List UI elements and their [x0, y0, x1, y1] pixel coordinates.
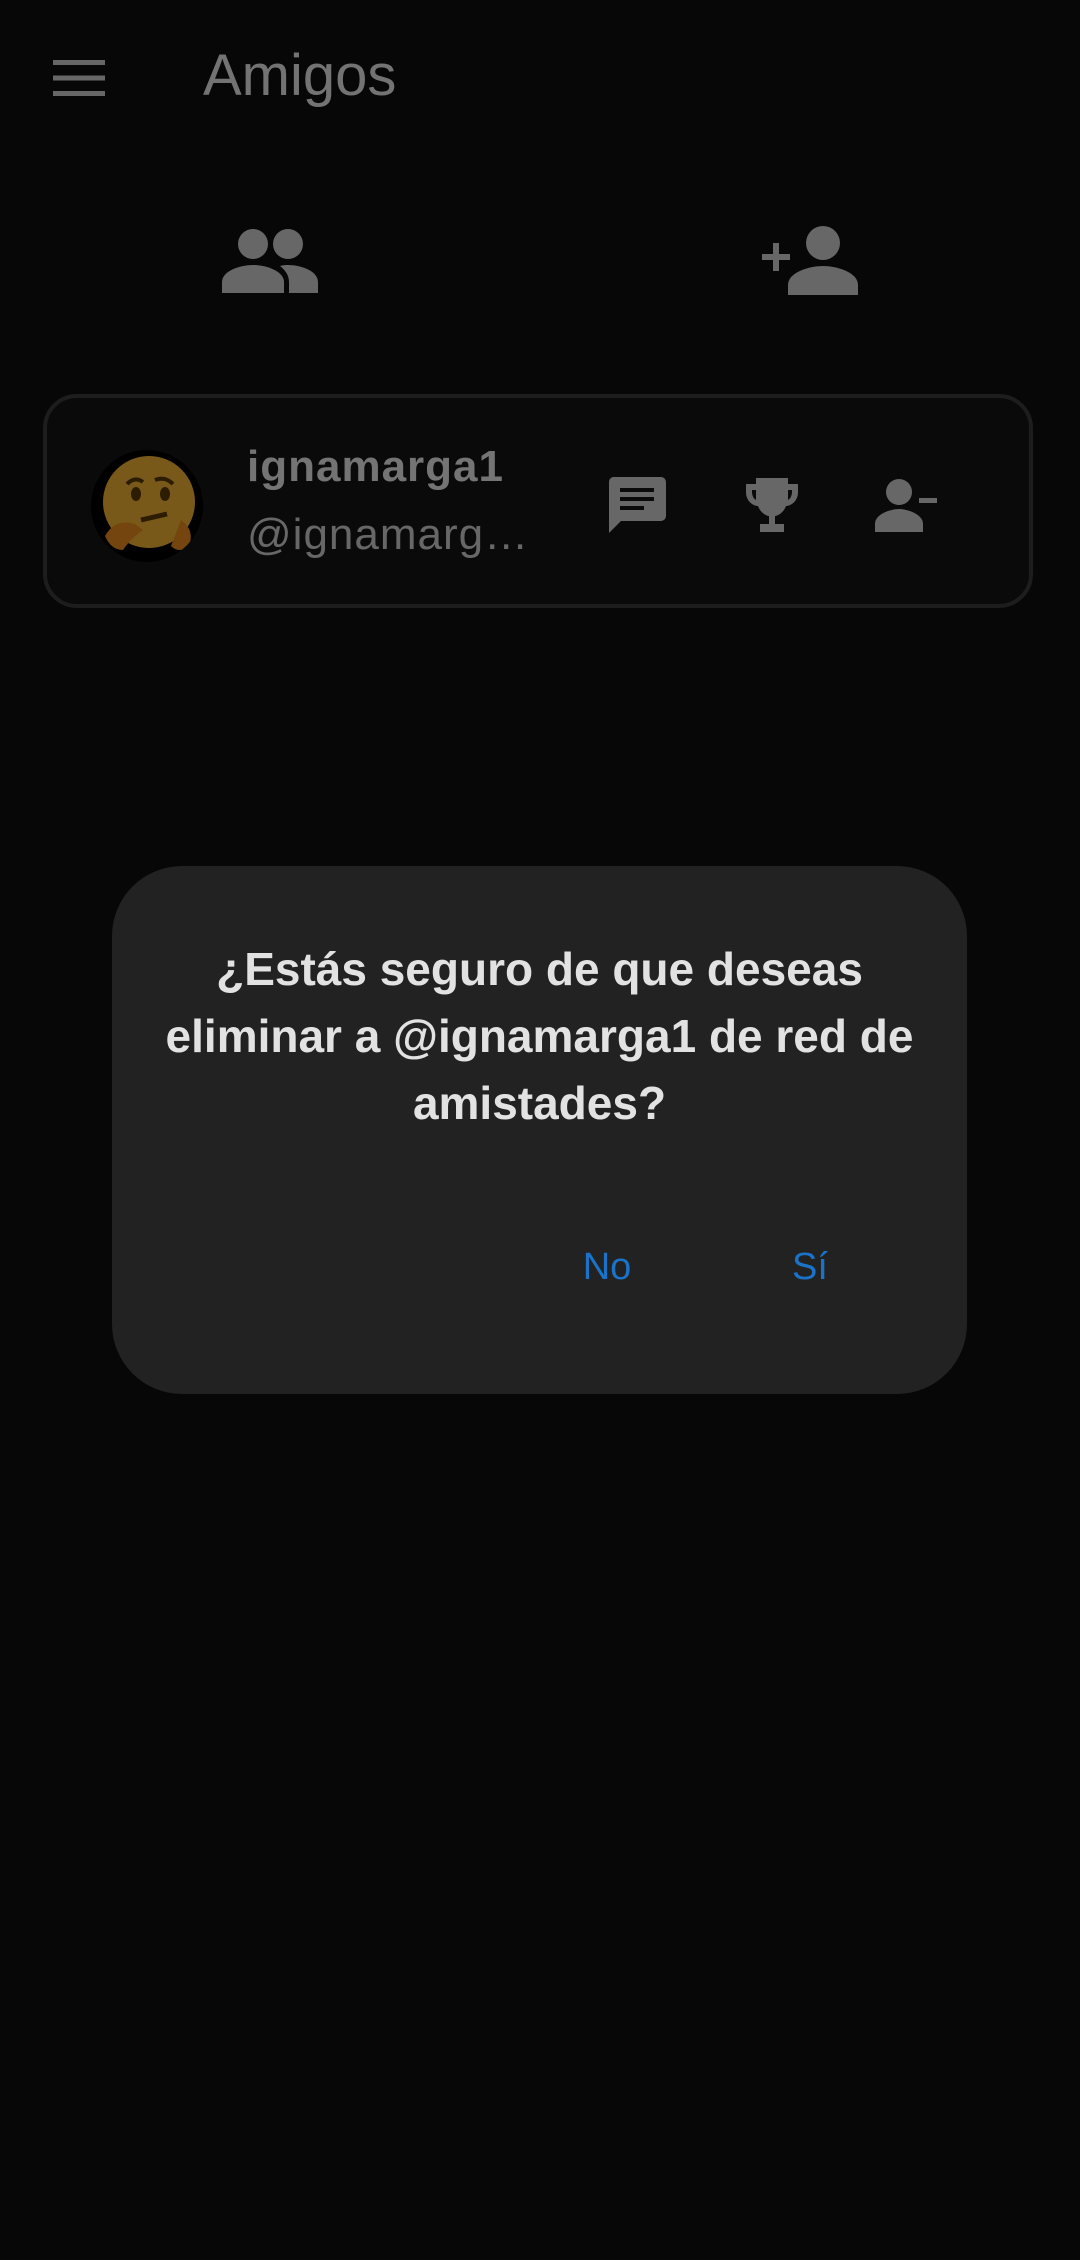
- dialog-message: ¿Estás seguro de que deseas eliminar a @…: [165, 943, 914, 1129]
- yes-button[interactable]: Sí: [750, 1222, 870, 1312]
- confirm-dialog: ¿Estás seguro de que deseas eliminar a @…: [112, 866, 967, 1394]
- no-button[interactable]: No: [547, 1222, 667, 1312]
